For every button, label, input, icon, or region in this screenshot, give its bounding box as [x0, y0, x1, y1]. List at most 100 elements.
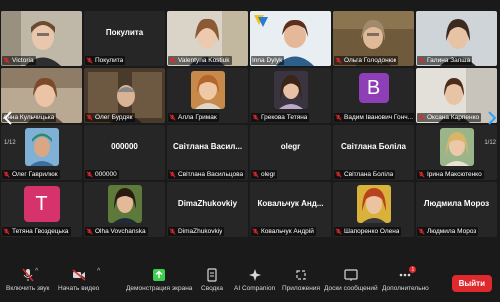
whiteboards-label: Доски сообщений — [324, 285, 378, 292]
mic-muted-icon — [335, 171, 342, 178]
ai-sparkle-icon — [248, 268, 262, 282]
participant-name-tag: Valentyna Kostiuk — [168, 56, 232, 65]
participant-avatar-photo — [24, 128, 59, 166]
participant-name-tag: Людмила Мороз — [417, 227, 479, 236]
participant-name: Ірина Максютенко — [427, 171, 482, 178]
participant-gallery: Victoria Покулита Покулита Valentyna Kos… — [0, 11, 500, 237]
mic-muted-icon — [3, 228, 10, 235]
previous-page-arrow-icon[interactable] — [2, 108, 14, 128]
participant-tile-tetiana-g[interactable]: T Тетяна Гвоздецька — [1, 182, 82, 237]
participant-initial-avatar: B — [358, 73, 389, 103]
participant-name: Шапоренко Олена — [344, 228, 400, 235]
participant-name: Світлана Васильцова — [178, 171, 244, 178]
participant-name-tag: Олег Гаврилюк — [2, 170, 60, 179]
participant-center-name: olegr — [280, 142, 301, 151]
summary-button[interactable]: Сводка — [201, 268, 223, 292]
participant-name-tag: Грекова Тетяна — [251, 113, 310, 122]
participant-name: Ольга Голодонюк — [344, 57, 397, 64]
participant-name: Valentyna Kostiuk — [178, 57, 230, 64]
participant-name: Олег Гаврилюк — [12, 171, 58, 178]
participant-tile-pokulyta[interactable]: Покулита Покулита — [84, 11, 165, 66]
participant-center-name: Покулита — [105, 28, 144, 37]
mic-muted-icon — [418, 57, 425, 64]
participant-tile-iryna[interactable]: Ірина Максютенко — [416, 125, 497, 180]
participant-name-tag: olegr — [251, 170, 278, 179]
participant-center-name: Людмила Мороз — [423, 199, 490, 208]
page-indicator-right: 1/12 — [484, 140, 496, 146]
participant-tile-oksana[interactable]: Оксана Карпенко — [416, 68, 497, 123]
audio-options-chevron-icon[interactable]: ^ — [35, 268, 38, 275]
participant-name: Алла Гримак — [178, 114, 217, 121]
participant-name-tag: Алла Гримак — [168, 113, 219, 122]
participant-name: Victoria — [12, 57, 34, 64]
mic-muted-icon — [335, 228, 342, 235]
participant-name: Вадим Іванович Гонч... — [344, 114, 413, 121]
participant-initial-avatar: T — [23, 186, 60, 222]
participant-name-tag: Ірина Максютенко — [417, 170, 484, 179]
participant-tile-burdiak[interactable]: Олег Бурдяк — [84, 68, 165, 123]
participant-tile-shaporenko[interactable]: Шапоренко Олена — [333, 182, 414, 237]
mic-muted-icon — [169, 57, 176, 64]
share-screen-button[interactable]: Демонстрация экрана — [126, 268, 192, 292]
whiteboards-button[interactable]: Доски сообщений — [324, 268, 378, 292]
more-button[interactable]: 1 Дополнительно — [382, 266, 429, 292]
mic-muted-icon — [252, 114, 259, 121]
participant-tile-olegr[interactable]: olegr olegr — [250, 125, 331, 180]
participant-name: Світлана Боліла — [344, 171, 394, 178]
participant-tile-vadym[interactable]: B Вадим Іванович Гонч... — [333, 68, 414, 123]
participant-avatar-photo — [107, 185, 142, 223]
participant-center-name: DimaZhukovkiy — [177, 199, 238, 208]
participant-tile-grekova[interactable]: Грекова Тетяна — [250, 68, 331, 123]
participant-name: Оксана Карпенко — [427, 114, 480, 121]
participant-tile-victoria[interactable]: Victoria — [1, 11, 82, 66]
participant-avatar-photo — [356, 185, 391, 223]
video-options-chevron-icon[interactable]: ^ — [97, 268, 100, 275]
participant-tile-svitlana-b[interactable]: Світлана Боліла Світлана Боліла — [333, 125, 414, 180]
apps-button[interactable]: Приложения — [282, 268, 320, 292]
participant-tile-svitlana-v[interactable]: Світлана Васил... Світлана Васильцова — [167, 125, 248, 180]
start-video-label: Начать видео — [58, 285, 100, 292]
mic-muted-icon — [86, 57, 93, 64]
participant-tile-grymak[interactable]: Алла Гримак — [167, 68, 248, 123]
participant-name: Покулита — [95, 57, 124, 64]
mic-muted-icon — [21, 268, 35, 282]
mic-muted-icon — [3, 57, 10, 64]
participant-name-tag: Світлана Боліла — [334, 170, 396, 179]
summary-label: Сводка — [201, 285, 223, 292]
mic-muted-icon — [418, 114, 425, 121]
participant-tile-inna-active-speaker[interactable]: Inna Dylyk — [250, 11, 331, 66]
participant-tile-moroz[interactable]: Людмила Мороз Людмила Мороз — [416, 182, 497, 237]
ai-companion-label: AI Companion — [234, 285, 276, 292]
ai-companion-button[interactable]: AI Companion — [234, 268, 275, 292]
participant-tile-olga[interactable]: Ольга Голодонюк — [333, 11, 414, 66]
mic-muted-icon — [3, 171, 10, 178]
participant-tile-havryliuk[interactable]: Олег Гаврилюк — [1, 125, 82, 180]
participant-name-tag: 000000 — [85, 170, 119, 179]
participant-avatar-photo — [190, 71, 225, 109]
next-page-arrow-icon[interactable] — [486, 108, 498, 128]
participant-name-tag: Victoria — [2, 56, 36, 65]
participant-center-name: Ковальчук Анд... — [257, 199, 324, 208]
participant-tile-valentyna[interactable]: Valentyna Kostiuk — [167, 11, 248, 66]
mic-muted-icon — [418, 171, 425, 178]
participant-name-tag: Тетяна Гвоздецька — [2, 227, 71, 236]
mic-muted-icon — [86, 114, 93, 121]
participant-tile-kovalchuk[interactable]: Ковальчук Анд... Ковальчук Андрій — [250, 182, 331, 237]
participant-avatar-photo — [439, 128, 474, 166]
participant-name-tag: Світлана Васильцова — [168, 170, 246, 179]
more-label: Дополнительно — [382, 285, 429, 292]
apps-label: Приложения — [282, 285, 321, 292]
participant-tile-galyna[interactable]: Галина Запша — [416, 11, 497, 66]
share-screen-label: Демонстрация экрана — [126, 285, 193, 292]
participant-center-name: Світлана Боліла — [340, 142, 407, 151]
participant-tile-dima[interactable]: DimaZhukovkiy DimaZhukovkiy — [167, 182, 248, 237]
participant-tile-000000[interactable]: 000000 000000 — [84, 125, 165, 180]
start-video-button[interactable]: Начать видео — [58, 268, 99, 292]
participant-name-tag: Ковальчук Андрій — [251, 227, 316, 236]
unmute-button[interactable]: Включить звук — [6, 268, 49, 292]
leave-meeting-button[interactable]: Выйти — [451, 275, 492, 292]
participant-name-tag: Шапоренко Олена — [334, 227, 402, 236]
participant-tile-olha-v[interactable]: Olha Vovchanska — [84, 182, 165, 237]
participant-name: Inna Dylyk — [252, 57, 283, 64]
participant-name: Грекова Тетяна — [261, 114, 308, 121]
